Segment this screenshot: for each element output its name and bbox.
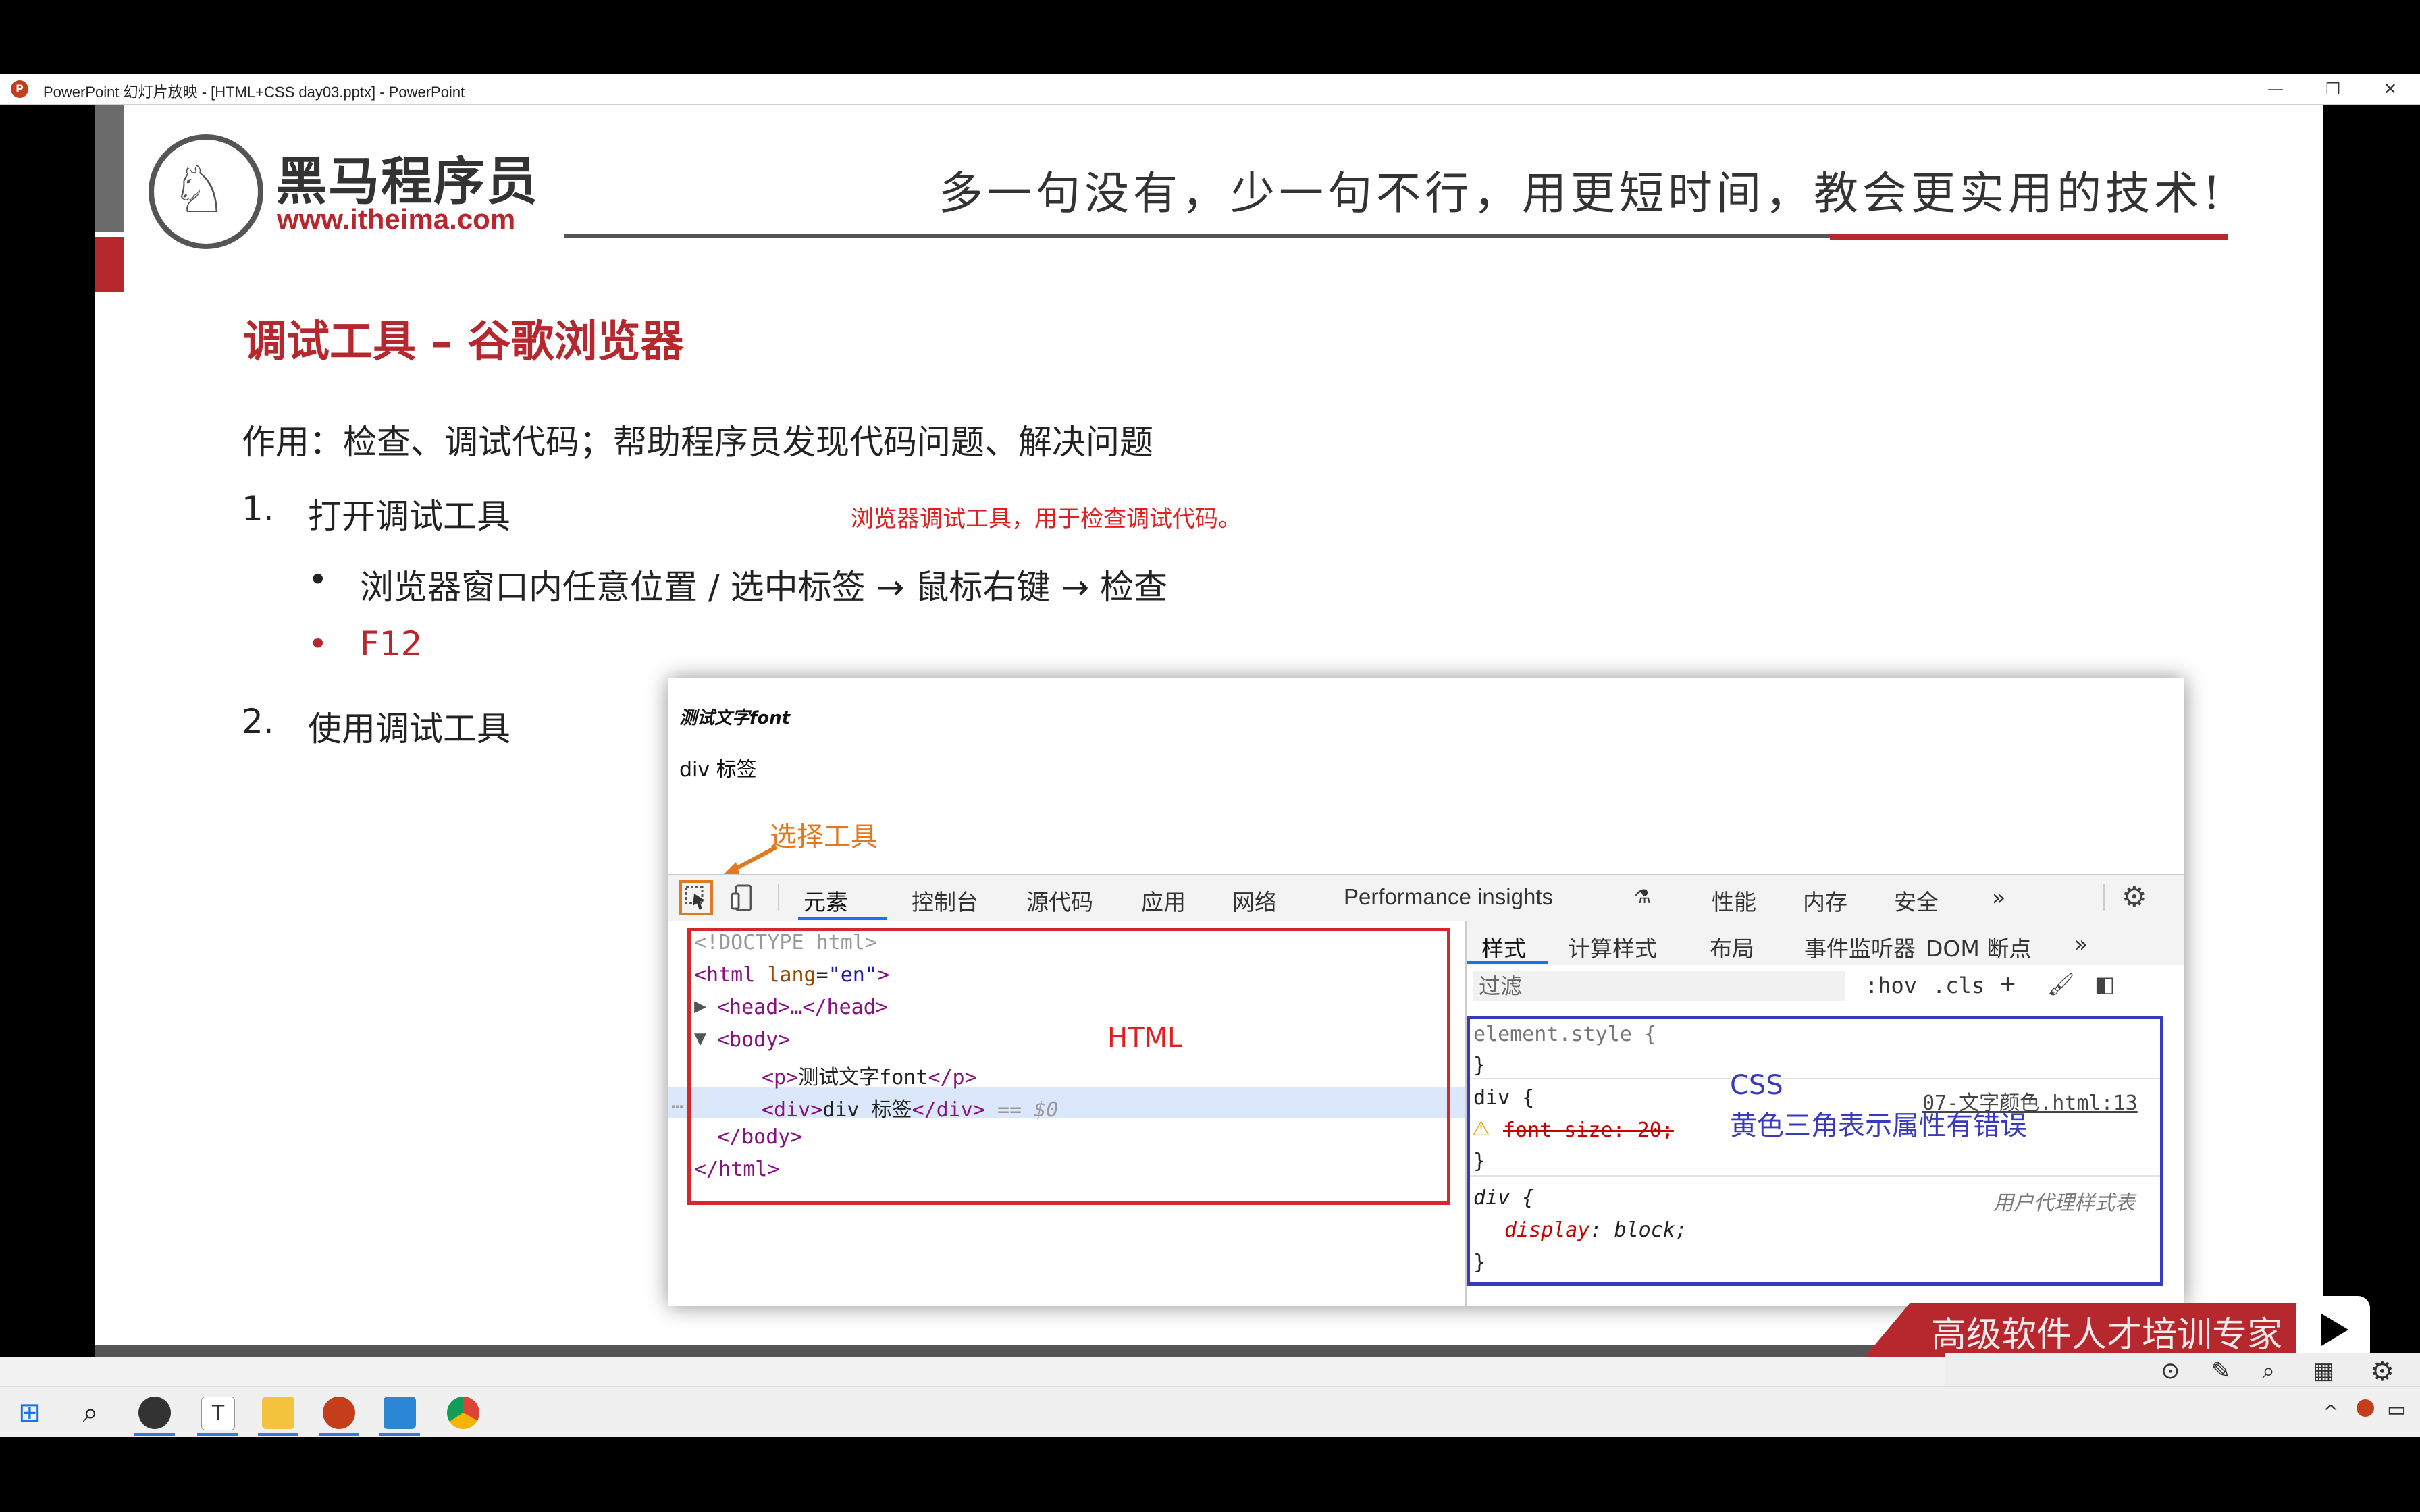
filter-input[interactable]: 过滤 xyxy=(1473,971,1845,1001)
tab-network[interactable]: 网络 xyxy=(1232,884,1277,917)
tab-performance[interactable]: 性能 xyxy=(1712,884,1756,917)
slide-decor-red-block xyxy=(95,237,124,292)
elements-panel: <!DOCTYPE html> <html lang="en"> ▶ <head… xyxy=(668,921,1465,1306)
horse-icon: ♘ xyxy=(170,152,229,227)
header-divider-accent xyxy=(1830,234,2228,240)
tab-memory[interactable]: 内存 xyxy=(1803,884,1847,917)
minimize-button[interactable]: — xyxy=(2255,77,2296,101)
slides-grid-icon[interactable]: ▦ xyxy=(2313,1357,2334,1384)
device-toggle-icon[interactable] xyxy=(729,883,756,913)
running-indicator xyxy=(258,1433,298,1436)
html-highlight-box xyxy=(687,928,1450,1205)
tab-console[interactable]: 控制台 xyxy=(912,884,978,917)
tab-elements[interactable]: 元素 xyxy=(804,884,848,917)
bullet-dot: • xyxy=(308,560,328,599)
play-icon xyxy=(2321,1314,2348,1346)
tab-sources[interactable]: 源代码 xyxy=(1026,884,1093,917)
more-tabs-button[interactable]: » xyxy=(1992,884,2005,911)
html-callout: HTML xyxy=(1107,1023,1183,1054)
flask-icon: ⚗ xyxy=(1634,886,1652,908)
window-titlebar: P PowerPoint 幻灯片放映 - [HTML+CSS day03.ppt… xyxy=(0,74,2420,105)
cursor-icon xyxy=(685,886,705,910)
select-tool-callout: 选择工具 xyxy=(770,821,878,853)
tab-security[interactable]: 安全 xyxy=(1894,884,1939,917)
bullet-text: F12 xyxy=(360,624,423,664)
slide: ♘ 黑马程序员 www.itheima.com 多一句没有，少一句不行，用更短时… xyxy=(95,105,2323,1357)
inspect-element-button[interactable] xyxy=(679,880,713,915)
pen-icon[interactable]: ✎ xyxy=(2211,1357,2231,1384)
banner-text: 高级软件人才培训专家 xyxy=(1931,1315,2283,1355)
active-tab-indicator xyxy=(798,917,887,920)
devtools-screenshot: 测试文字font div 标签 选择工具 元素 控制台 源代码 应用 网络 Pe… xyxy=(668,678,2184,1306)
tab-application[interactable]: 应用 xyxy=(1141,884,1186,917)
purpose-text: 作用：检查、调试代码；帮助程序员发现代码问题、解决问题 xyxy=(242,423,1153,462)
close-window-button[interactable]: ✕ xyxy=(2370,77,2411,101)
zoom-icon[interactable]: ⌕ xyxy=(2262,1357,2275,1384)
obs-icon[interactable] xyxy=(138,1397,171,1429)
more-dots-icon[interactable]: … xyxy=(671,1090,683,1114)
bullet-dot: • xyxy=(308,624,328,664)
devtools-toolbar: 元素 控制台 源代码 应用 网络 Performance insights ⚗ … xyxy=(668,874,2184,921)
search-icon[interactable]: ⌕ xyxy=(74,1397,107,1429)
logo-url: www.itheima.com xyxy=(277,203,516,235)
gear-icon[interactable]: ⚙ xyxy=(2122,880,2147,913)
paint-icon[interactable]: 🖌 xyxy=(2047,971,2075,997)
new-rule-button[interactable]: + xyxy=(2000,969,2016,998)
file-explorer-icon[interactable] xyxy=(262,1397,294,1429)
annotation-note: 浏览器调试工具，用于检查调试代码。 xyxy=(851,506,1241,533)
tab-dom-breakpoints[interactable]: DOM 断点 xyxy=(1926,931,2031,963)
powerpoint-taskbar-icon[interactable] xyxy=(323,1397,355,1429)
page-paragraph: 测试文字font xyxy=(679,708,791,728)
tab-layout[interactable]: 布局 xyxy=(1710,931,1754,963)
tab-styles[interactable]: 样式 xyxy=(1481,931,1526,963)
page-div: div 标签 xyxy=(679,758,757,782)
pointer-icon[interactable]: ⊙ xyxy=(2161,1357,2180,1384)
step-number: 1. xyxy=(242,489,274,529)
tab-performance-insights[interactable]: Performance insights xyxy=(1344,884,1553,910)
windows-taskbar: ⊞ ⌕ T ^ ▭ xyxy=(0,1386,2420,1437)
slide-decor-strip xyxy=(95,105,124,232)
slogan: 多一句没有，少一句不行，用更短时间，教会更实用的技术! xyxy=(939,167,2225,219)
css-highlight-box xyxy=(1467,1016,2163,1286)
window-title: PowerPoint 幻灯片放映 - [HTML+CSS day03.pptx]… xyxy=(43,84,465,101)
typora-icon[interactable]: T xyxy=(201,1397,235,1430)
vscode-icon[interactable] xyxy=(384,1397,416,1429)
running-indicator xyxy=(134,1433,175,1436)
running-indicator xyxy=(197,1433,238,1436)
css-callout: CSS xyxy=(1730,1070,1783,1101)
tab-computed[interactable]: 计算样式 xyxy=(1568,931,1657,963)
tray-chevron-icon[interactable]: ^ xyxy=(2323,1401,2338,1423)
chrome-icon[interactable] xyxy=(447,1397,479,1429)
powerpoint-icon: P xyxy=(11,80,28,98)
step-number: 2. xyxy=(242,702,274,741)
windows-start-icon[interactable]: ⊞ xyxy=(14,1397,46,1429)
active-tab-indicator xyxy=(1467,961,1548,964)
restore-button[interactable]: ❐ xyxy=(2313,77,2353,101)
filter-bar: 过滤 :hov .cls + 🖌 ◧ xyxy=(1467,966,2184,1008)
toolbar-separator xyxy=(778,884,779,911)
tray-network-icon[interactable]: ▭ xyxy=(2387,1398,2406,1422)
tray-app-icon[interactable] xyxy=(2357,1399,2374,1417)
styles-panel: 样式 计算样式 布局 事件监听器 DOM 断点 » 过滤 :hov .cls +… xyxy=(1465,921,2184,1306)
cls-toggle[interactable]: .cls xyxy=(1932,973,1984,998)
sidebar-toggle-icon[interactable]: ◧ xyxy=(2095,971,2115,997)
running-indicator xyxy=(379,1433,420,1436)
tab-event-listeners[interactable]: 事件监听器 xyxy=(1804,931,1916,963)
slide-title: 调试工具 – 谷歌浏览器 xyxy=(243,317,684,367)
step-label: 打开调试工具 xyxy=(308,497,510,536)
step-label: 使用调试工具 xyxy=(308,709,510,749)
hov-toggle[interactable]: :hov xyxy=(1865,973,1917,998)
more-tabs-button[interactable]: » xyxy=(2074,931,2088,957)
gear-icon[interactable]: ⚙ xyxy=(2370,1356,2394,1387)
running-indicator xyxy=(319,1433,359,1436)
styles-tabbar: 样式 计算样式 布局 事件监听器 DOM 断点 » xyxy=(1467,921,2184,965)
kebab-menu-icon[interactable]: ⋮ xyxy=(2181,882,2184,913)
slideshow-controls: ⊙ ✎ ⌕ ▦ ⚙ xyxy=(1945,1353,2420,1387)
css-callout-desc: 黄色三角表示属性有错误 xyxy=(1730,1110,2027,1141)
bullet-text: 浏览器窗口内任意位置 / 选中标签 → 鼠标右键 → 检查 xyxy=(360,568,1167,607)
toolbar-separator xyxy=(2103,884,2105,911)
